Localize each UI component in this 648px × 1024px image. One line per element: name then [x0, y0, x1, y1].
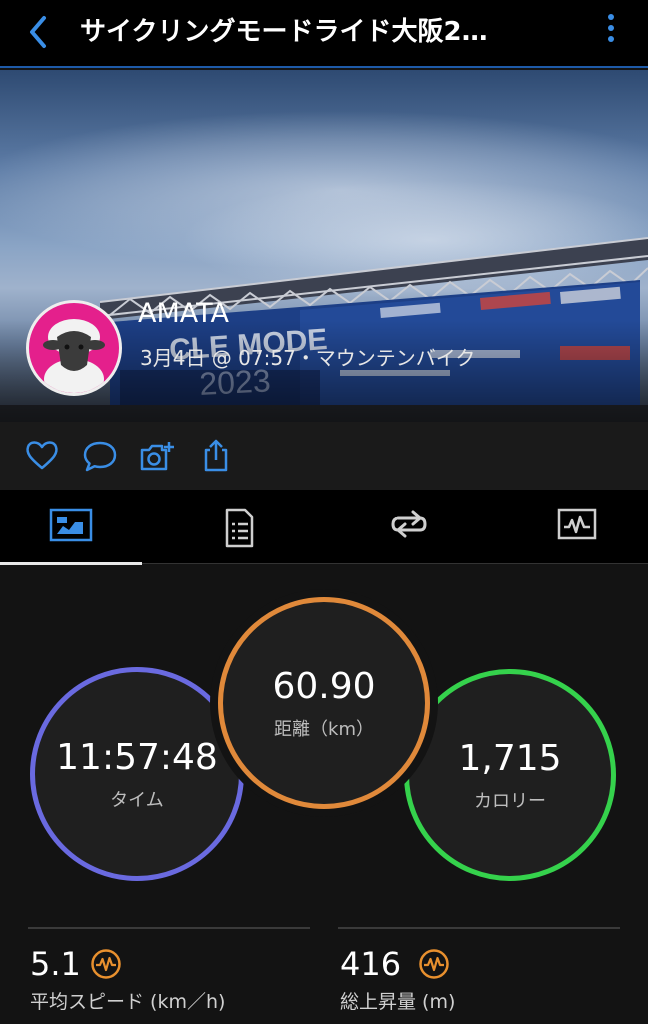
distance-label: 距離（km） [274, 719, 374, 740]
avatar[interactable] [26, 300, 122, 396]
elevation-gain-value: 416 [340, 945, 402, 983]
like-button[interactable] [22, 436, 62, 476]
action-bar [0, 422, 648, 490]
user-name[interactable]: AMATA [138, 298, 229, 329]
activity-photo[interactable]: CLE MODE 2023 AMATA 3月4日 @ 07:57・マウンテンバイ… [0, 70, 648, 422]
more-options-button[interactable] [606, 14, 616, 50]
laps-icon [391, 510, 427, 538]
performance-icon[interactable] [418, 948, 450, 980]
distance-value: 60.90 [272, 666, 376, 707]
avg-speed-label: 平均スピード (km／h) [30, 991, 226, 1013]
time-stat[interactable]: 11:57:48 タイム [30, 667, 244, 881]
comment-button[interactable] [80, 436, 120, 476]
tab-overview[interactable] [0, 490, 142, 565]
elevation-gain-label: 総上昇量 (m) [340, 991, 456, 1013]
top-bar: サイクリングモードライド大阪2… [0, 0, 648, 68]
chevron-left-icon [30, 16, 46, 48]
time-label: タイム [110, 790, 164, 811]
details-icon [225, 508, 254, 548]
activity-tabs [0, 490, 648, 565]
tab-charts[interactable] [506, 490, 648, 564]
chart-icon [557, 508, 597, 540]
calories-label: カロリー [474, 791, 546, 812]
add-photo-icon [140, 442, 174, 471]
share-button[interactable] [196, 436, 236, 476]
avg-speed-value: 5.1 [30, 945, 81, 983]
stats-panel: 11:57:48 タイム 1,715 カロリー 60.90 距離（km） 5.1… [0, 565, 648, 1024]
stats-icon [49, 508, 93, 542]
tab-laps[interactable] [338, 490, 480, 564]
calories-stat[interactable]: 1,715 カロリー [404, 669, 616, 881]
divider [338, 927, 620, 929]
divider [28, 927, 310, 929]
kebab-menu-icon [608, 14, 614, 20]
sheep-avatar-icon [43, 319, 105, 393]
activity-title: サイクリングモードライド大阪2… [80, 17, 488, 47]
tab-details[interactable] [168, 490, 310, 564]
distance-stat[interactable]: 60.90 距離（km） [218, 597, 430, 809]
activity-meta: 3月4日 @ 07:57・マウンテンバイク [140, 346, 476, 370]
calories-value: 1,715 [458, 738, 562, 779]
comment-icon [83, 441, 117, 472]
add-photo-button[interactable] [138, 436, 178, 476]
share-icon [204, 439, 228, 472]
heart-icon [26, 441, 58, 470]
time-value: 11:57:48 [56, 737, 218, 778]
performance-icon[interactable] [90, 948, 122, 980]
back-button[interactable] [20, 10, 60, 54]
